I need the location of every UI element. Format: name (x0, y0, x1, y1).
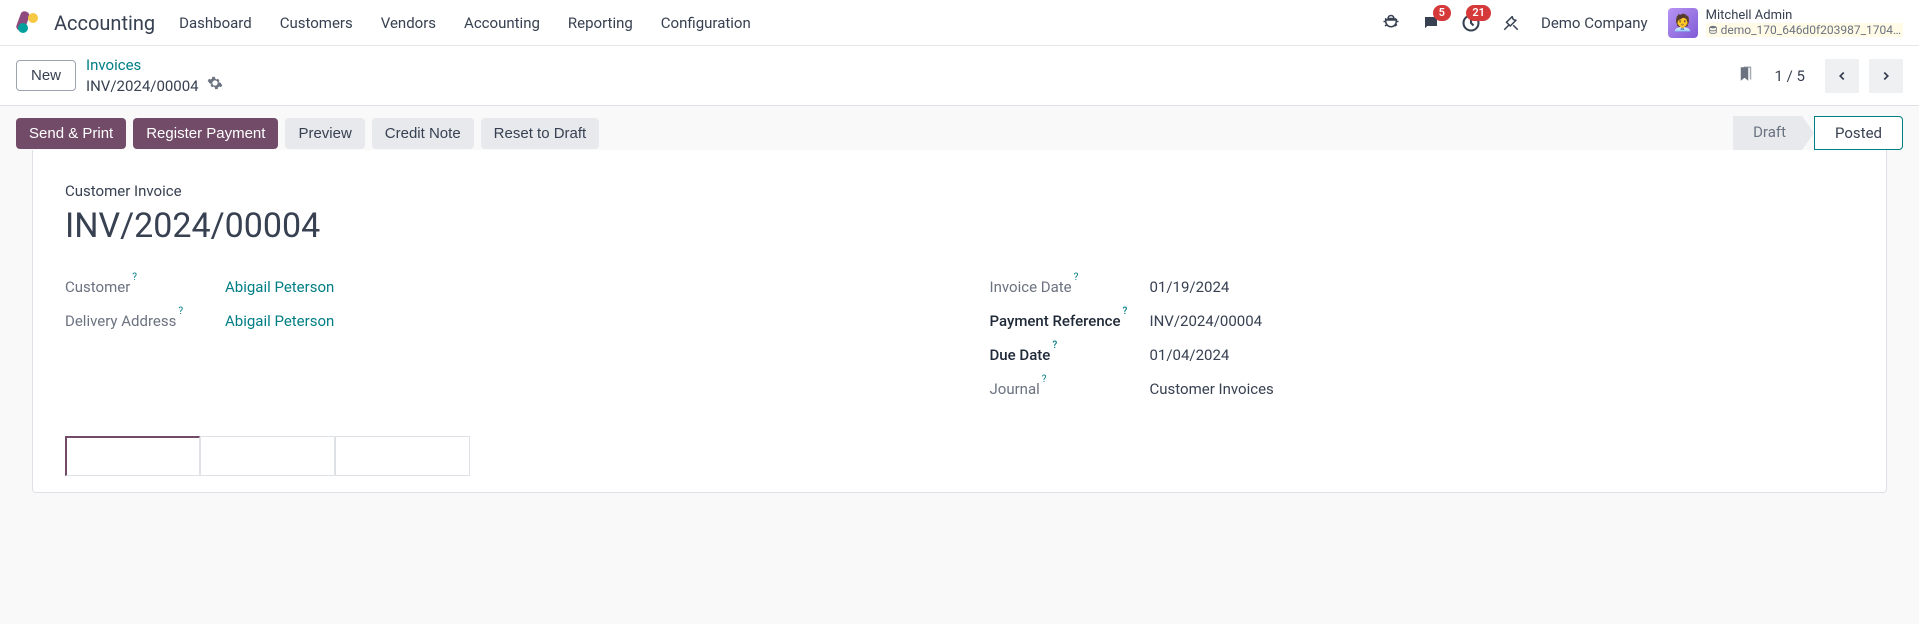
journal-label: Journal? (990, 380, 1150, 398)
tabs-container (65, 436, 1854, 476)
user-info: Mitchell Admin demo_170_646d0f203987_170… (1706, 8, 1903, 37)
help-icon[interactable]: ? (1074, 272, 1079, 283)
tab-journal-items[interactable] (200, 436, 335, 476)
tab-other-info[interactable] (335, 436, 470, 476)
payment-reference-label: Payment Reference? (990, 312, 1150, 330)
gear-icon[interactable] (207, 75, 223, 97)
breadcrumb-current: INV/2024/00004 (86, 75, 223, 97)
menu-dashboard[interactable]: Dashboard (179, 14, 252, 32)
status-draft[interactable]: Draft (1733, 116, 1814, 150)
record-name: INV/2024/00004 (65, 206, 1854, 246)
reset-draft-button[interactable]: Reset to Draft (481, 118, 600, 149)
form-left-column: Customer? Abigail Peterson Delivery Addr… (65, 270, 930, 406)
help-icon[interactable]: ? (1052, 340, 1057, 351)
help-icon[interactable]: ? (1123, 306, 1128, 317)
delivery-address-value[interactable]: Abigail Peterson (225, 312, 334, 330)
user-menu[interactable]: 🧑‍💼 Mitchell Admin demo_170_646d0f203987… (1668, 8, 1903, 38)
avatar: 🧑‍💼 (1668, 8, 1698, 38)
messages-badge: 5 (1433, 5, 1451, 21)
send-print-button[interactable]: Send & Print (16, 118, 126, 149)
action-bar: Send & Print Register Payment Preview Cr… (16, 116, 1903, 150)
main-navbar: Accounting Dashboard Customers Vendors A… (0, 0, 1919, 46)
bookmark-icon[interactable] (1737, 63, 1755, 89)
menu-vendors[interactable]: Vendors (381, 14, 436, 32)
company-switcher[interactable]: Demo Company (1541, 14, 1648, 32)
menu-customers[interactable]: Customers (280, 14, 353, 32)
menu-reporting[interactable]: Reporting (568, 14, 633, 32)
navbar-menu: Dashboard Customers Vendors Accounting R… (179, 14, 1381, 32)
due-date-value[interactable]: 01/04/2024 (1150, 346, 1230, 364)
invoice-date-value[interactable]: 01/19/2024 (1150, 278, 1230, 296)
pager-prev-button[interactable] (1825, 59, 1859, 93)
breadcrumb: Invoices INV/2024/00004 (86, 55, 223, 97)
user-database: demo_170_646d0f203987_1704… (1706, 23, 1903, 37)
journal-value[interactable]: Customer Invoices (1150, 380, 1274, 398)
help-icon[interactable]: ? (132, 272, 137, 283)
due-date-label: Due Date? (990, 346, 1150, 364)
credit-note-button[interactable]: Credit Note (372, 118, 474, 149)
help-icon[interactable]: ? (1042, 374, 1047, 385)
app-name[interactable]: Accounting (54, 11, 155, 35)
form-sheet: Customer Invoice INV/2024/00004 Customer… (32, 150, 1887, 493)
messages-icon[interactable]: 5 (1421, 13, 1441, 33)
breadcrumb-bar: New Invoices INV/2024/00004 1 / 5 (0, 46, 1919, 106)
help-icon[interactable]: ? (178, 306, 183, 317)
delivery-address-label: Delivery Address? (65, 312, 225, 330)
record-type-label: Customer Invoice (65, 182, 1854, 200)
tools-icon[interactable] (1501, 13, 1521, 33)
menu-accounting[interactable]: Accounting (464, 14, 540, 32)
form-right-column: Invoice Date? 01/19/2024 Payment Referen… (990, 270, 1855, 406)
new-button[interactable]: New (16, 60, 76, 91)
user-name: Mitchell Admin (1706, 8, 1903, 23)
activities-icon[interactable]: 21 (1461, 13, 1481, 33)
tab-invoice-lines[interactable] (65, 436, 200, 476)
navbar-right: 5 21 Demo Company 🧑‍💼 Mitchell Admin dem… (1381, 8, 1903, 38)
status-posted[interactable]: Posted (1814, 116, 1903, 150)
pager: 1 / 5 (1737, 59, 1904, 93)
breadcrumb-parent[interactable]: Invoices (86, 55, 223, 75)
menu-configuration[interactable]: Configuration (661, 14, 751, 32)
pager-next-button[interactable] (1869, 59, 1903, 93)
status-bar: Draft Posted (1733, 116, 1903, 150)
customer-label: Customer? (65, 278, 225, 296)
activities-badge: 21 (1466, 5, 1491, 21)
payment-reference-value[interactable]: INV/2024/00004 (1150, 312, 1263, 330)
preview-button[interactable]: Preview (285, 118, 364, 149)
app-logo[interactable] (16, 11, 40, 35)
invoice-date-label: Invoice Date? (990, 278, 1150, 296)
pager-text: 1 / 5 (1775, 67, 1806, 85)
customer-value[interactable]: Abigail Peterson (225, 278, 334, 296)
register-payment-button[interactable]: Register Payment (133, 118, 278, 149)
debug-icon[interactable] (1381, 13, 1401, 33)
